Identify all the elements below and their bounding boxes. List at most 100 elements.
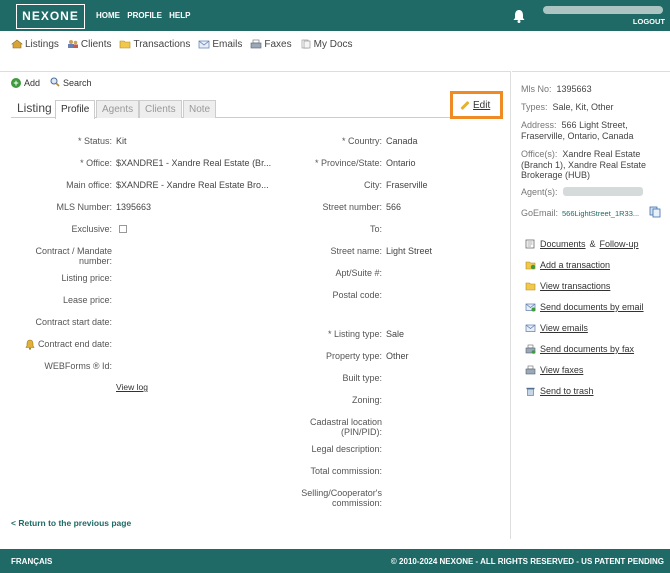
nav-clients[interactable]: Clients [67, 37, 111, 51]
email-icon [525, 323, 536, 333]
field-label: Legal description: [311, 444, 382, 454]
agent-name-blurred [563, 187, 643, 196]
field-label: Main office: [66, 180, 112, 190]
return-link[interactable]: < Return to the previous page [11, 518, 131, 528]
nav-listings[interactable]: Listings [11, 37, 59, 51]
view-faxes-action[interactable]: View faxes [525, 365, 583, 375]
nav-my-docs[interactable]: My Docs [300, 37, 353, 51]
field-street-number: 566 [386, 202, 402, 212]
field-label: Exclusive: [71, 224, 112, 234]
field-label: Built type: [342, 373, 382, 383]
footer: FRANÇAIS © 2010-2024 NEXONE - ALL RIGHTS… [0, 549, 670, 573]
tab-clients[interactable]: Clients [139, 100, 182, 118]
field-label: * Province/State: [314, 158, 382, 168]
agents-info: Agent(s): [521, 187, 558, 197]
field-main-office: $XANDRE - Xandre Real Estate Bro... [116, 180, 269, 190]
view-log-link[interactable]: View log [116, 382, 148, 392]
edit-link[interactable]: Edit [460, 100, 490, 111]
trash-icon [525, 386, 536, 396]
field-label: To: [369, 224, 382, 234]
exclusive-checkbox[interactable] [119, 225, 127, 233]
tab-agents[interactable]: Agents [96, 100, 140, 118]
field-label: Postal code: [332, 290, 382, 300]
send-email-icon [525, 302, 536, 312]
field-label: Lease price: [62, 295, 112, 305]
pencil-icon [460, 100, 470, 111]
field-mls-number: 1395663 [116, 202, 152, 212]
add-transaction-action[interactable]: Add a transaction [525, 260, 610, 270]
language-link[interactable]: FRANÇAIS [11, 557, 52, 566]
bell-icon[interactable] [513, 9, 525, 25]
field-label: * Office: [80, 158, 112, 168]
field-property-type: Other [386, 351, 409, 361]
field-city: Fraserville [386, 180, 428, 190]
field-label: Zoning: [351, 395, 382, 405]
field-province: Ontario [386, 158, 416, 168]
documents-followup-action[interactable]: Documents & Follow-up [525, 239, 639, 249]
copyright: © 2010-2024 NEXONE - ALL RIGHTS RESERVED… [390, 557, 664, 566]
field-label: * Status: [77, 136, 112, 146]
mls-info: Mls No: 1395663 [521, 84, 592, 94]
folder-icon [525, 281, 536, 291]
listing-actions: + Add Search [11, 77, 92, 89]
nav-emails[interactable]: Emails [198, 37, 242, 51]
field-label: * Country: [341, 136, 382, 146]
view-fax-icon [525, 365, 536, 375]
field-status: Kit [116, 136, 127, 146]
view-emails-action[interactable]: View emails [525, 323, 588, 333]
house-icon [11, 39, 23, 49]
top-nav: HOME PROFILE HELP [96, 11, 195, 20]
view-transactions-action[interactable]: View transactions [525, 281, 610, 291]
address-info: Address: 566 Light Street, Fraserville, … [521, 120, 634, 141]
field-label: Contract start date: [35, 317, 112, 327]
field-label: Apt/Suite #: [335, 268, 382, 278]
folder-icon [119, 39, 131, 49]
offices-info: Office(s): Xandre Real Estate (Branch 1)… [521, 149, 647, 180]
documents-icon [525, 239, 536, 249]
send-docs-fax-action[interactable]: Send documents by fax [525, 344, 634, 354]
field-label: Selling/Cooperator's commission: [301, 488, 382, 508]
search-button[interactable]: Search [50, 77, 92, 89]
field-label: City: [364, 180, 382, 190]
tab-note[interactable]: Note [183, 100, 217, 118]
field-listing-type: Sale [386, 329, 405, 339]
nav-faxes[interactable]: Faxes [250, 37, 292, 51]
goemail-address[interactable]: 566LightStreet_1R33... [562, 209, 639, 218]
send-to-trash-action[interactable]: Send to trash [525, 386, 594, 396]
field-label: Street number: [322, 202, 382, 212]
search-icon [50, 77, 60, 89]
add-button[interactable]: + Add [11, 77, 40, 89]
nav-transactions[interactable]: Transactions [119, 37, 190, 51]
nexone-logo[interactable]: NEXONE [16, 4, 85, 29]
tab-profile[interactable]: Profile [55, 100, 96, 119]
nav-profile[interactable]: PROFILE [127, 11, 162, 20]
followup-link[interactable]: Follow-up [600, 239, 639, 249]
field-label: Cadastral location (PIN/PID): [309, 417, 382, 437]
add-transaction-icon [525, 260, 536, 270]
documents-link[interactable]: Documents [540, 239, 586, 249]
fax-icon [525, 344, 536, 354]
nav-home[interactable]: HOME [96, 11, 120, 20]
nav-help[interactable]: HELP [169, 11, 190, 20]
logout-link[interactable]: LOGOUT [633, 17, 665, 26]
field-label: Property type: [325, 351, 382, 361]
field-label: MLS Number: [56, 202, 112, 212]
field-label: Contract end date: [37, 339, 112, 349]
main-nav: Listings Clients Transactions Emails Fax… [11, 37, 353, 51]
field-office: $XANDRE1 - Xandre Real Estate (Br... [116, 158, 272, 168]
clients-icon [67, 39, 79, 49]
email-icon [198, 39, 210, 49]
field-label: Listing price: [61, 273, 112, 283]
types-info: Types: Sale, Kit, Other [521, 102, 614, 112]
user-name-blurred [543, 6, 663, 14]
field-street-name: Light Street [386, 246, 433, 256]
fax-icon [250, 39, 262, 49]
field-label: Street name: [330, 246, 382, 256]
listing-title: Listing [17, 101, 52, 115]
copy-icon[interactable] [649, 206, 661, 220]
listing-tabs: Listing Profile Agents Clients Note [11, 98, 501, 119]
field-label: Total commission: [310, 466, 382, 476]
field-label: WEBForms ® Id: [44, 361, 112, 371]
send-docs-email-action[interactable]: Send documents by email [525, 302, 644, 312]
field-label: * Listing type: [327, 329, 382, 339]
